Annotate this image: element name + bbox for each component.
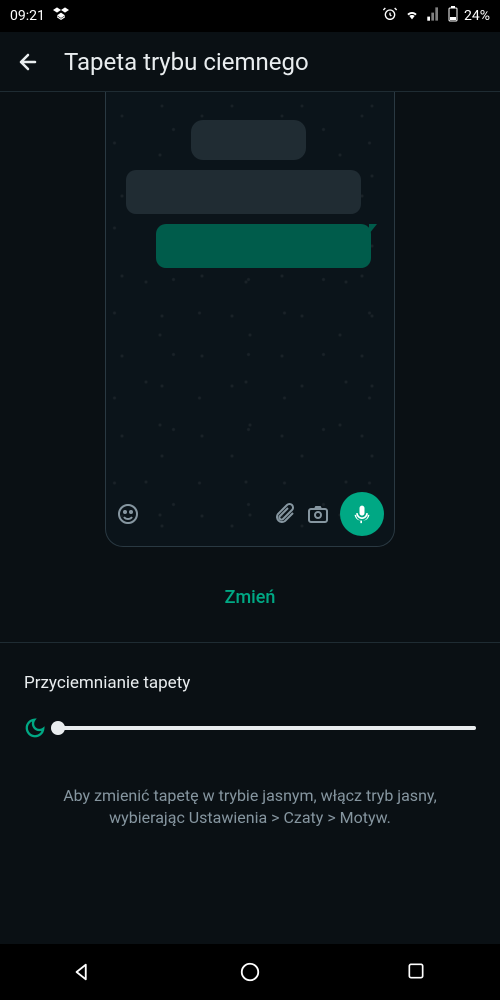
wifi-icon: [404, 6, 420, 26]
attach-icon: [272, 502, 296, 526]
dimming-slider[interactable]: [58, 726, 476, 730]
signal-icon: [426, 6, 442, 26]
nav-home-icon[interactable]: [239, 961, 261, 983]
doodle-pattern: [106, 92, 394, 546]
slider-thumb[interactable]: [51, 721, 65, 735]
battery-percent: 24%: [464, 8, 490, 24]
back-arrow-icon[interactable]: [16, 50, 40, 74]
preview-bubble-date: [191, 120, 306, 160]
alarm-icon: [382, 6, 398, 26]
emoji-icon: [116, 502, 140, 526]
preview-bubble-outgoing: [156, 224, 371, 268]
dropbox-icon: [53, 6, 69, 26]
preview-bubble-incoming: [126, 170, 361, 214]
wallpaper-preview: [105, 92, 395, 547]
nav-recent-icon[interactable]: [406, 961, 428, 983]
status-bar: 09:21 24%: [0, 0, 500, 32]
nav-back-icon[interactable]: [72, 961, 94, 983]
dimming-section: Przyciemnianie tapety: [0, 643, 500, 739]
battery-icon: [448, 6, 458, 26]
status-time: 09:21: [10, 8, 45, 24]
moon-icon: [24, 717, 46, 739]
app-header: Tapeta trybu ciemnego: [0, 32, 500, 92]
mic-button: [340, 492, 384, 536]
navigation-bar: [0, 944, 500, 1000]
change-button[interactable]: Zmień: [0, 547, 500, 642]
camera-icon: [306, 502, 330, 526]
preview-input-bar: [116, 492, 384, 536]
hint-text: Aby zmienić tapetę w trybie jasnym, włąc…: [0, 739, 500, 830]
page-title: Tapeta trybu ciemnego: [64, 48, 309, 76]
dimming-label: Przyciemnianie tapety: [24, 673, 476, 693]
